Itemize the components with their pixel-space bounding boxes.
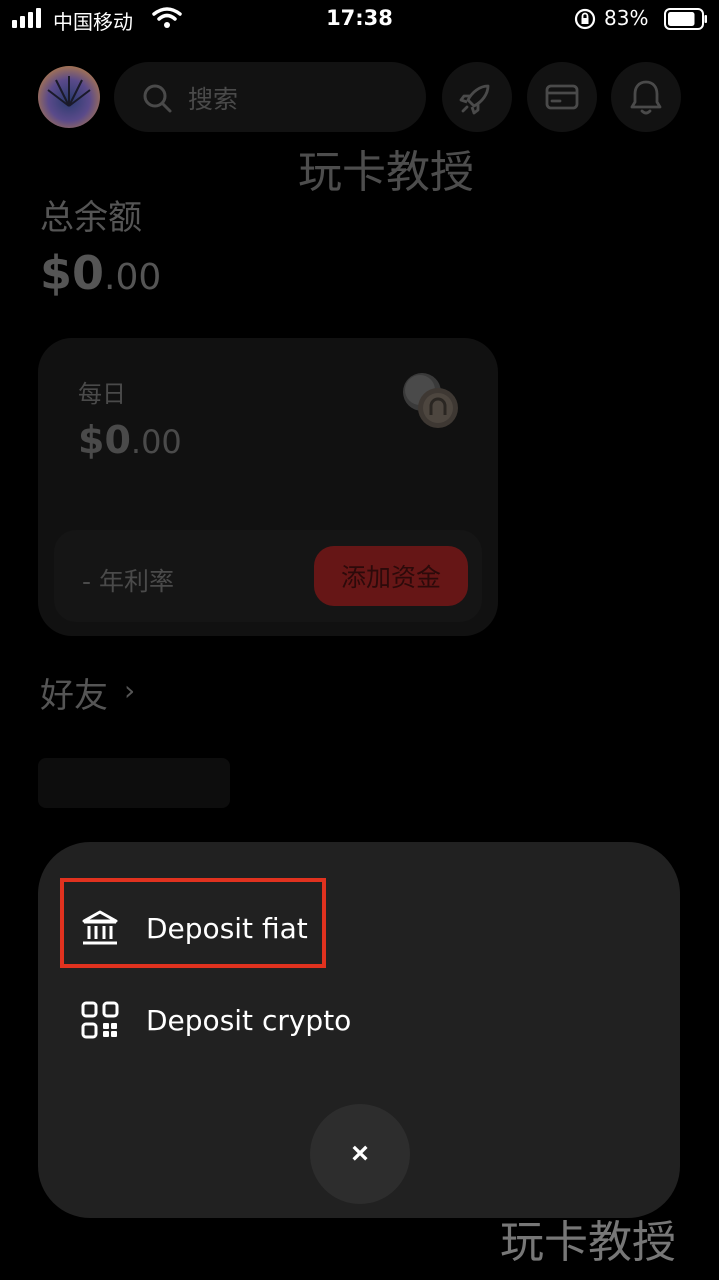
chevron-right-icon: ›: [124, 674, 136, 707]
loading-placeholder: [38, 758, 230, 808]
friends-label[interactable]: 好友: [40, 668, 108, 717]
add-funds-button[interactable]: 添加资金: [314, 546, 468, 606]
daily-value-whole: $0: [78, 418, 131, 462]
bell-icon: [630, 80, 662, 115]
card-icon: [545, 84, 579, 110]
coins-icon: [403, 373, 458, 428]
daily-label: 每日: [78, 380, 126, 408]
total-balance-whole: $0: [40, 246, 105, 300]
watermark-text: 玩卡教授: [298, 147, 474, 198]
rotation-lock-icon: [574, 8, 596, 30]
battery-percent: 83%: [604, 6, 649, 30]
total-balance-cents: .00: [104, 257, 162, 298]
apr-label: - 年利率: [82, 567, 174, 596]
deposit-crypto-option[interactable]: Deposit crypto: [80, 990, 640, 1050]
total-balance-label: 总余额: [40, 198, 142, 238]
daily-value-cents: .00: [130, 423, 182, 461]
avatar[interactable]: [38, 66, 100, 128]
deposit-crypto-label: Deposit crypto: [146, 1003, 352, 1037]
notifications-button[interactable]: [611, 62, 681, 132]
rocket-icon: [459, 84, 490, 115]
total-balance-value: $0.00: [40, 246, 161, 300]
search-icon: [143, 84, 172, 113]
highlight-box: [60, 878, 326, 968]
battery-icon: [664, 8, 707, 30]
rocket-button[interactable]: [442, 62, 512, 132]
watermark-text-bottom: 玩卡教授: [500, 1217, 676, 1268]
status-bar: 中国移动 17:38 83%: [0, 0, 719, 40]
daily-value: $0.00: [78, 418, 182, 462]
card-button[interactable]: [527, 62, 597, 132]
close-button[interactable]: ×: [310, 1104, 410, 1204]
qr-code-icon: [80, 1000, 120, 1040]
search-input[interactable]: 搜索: [188, 80, 238, 116]
